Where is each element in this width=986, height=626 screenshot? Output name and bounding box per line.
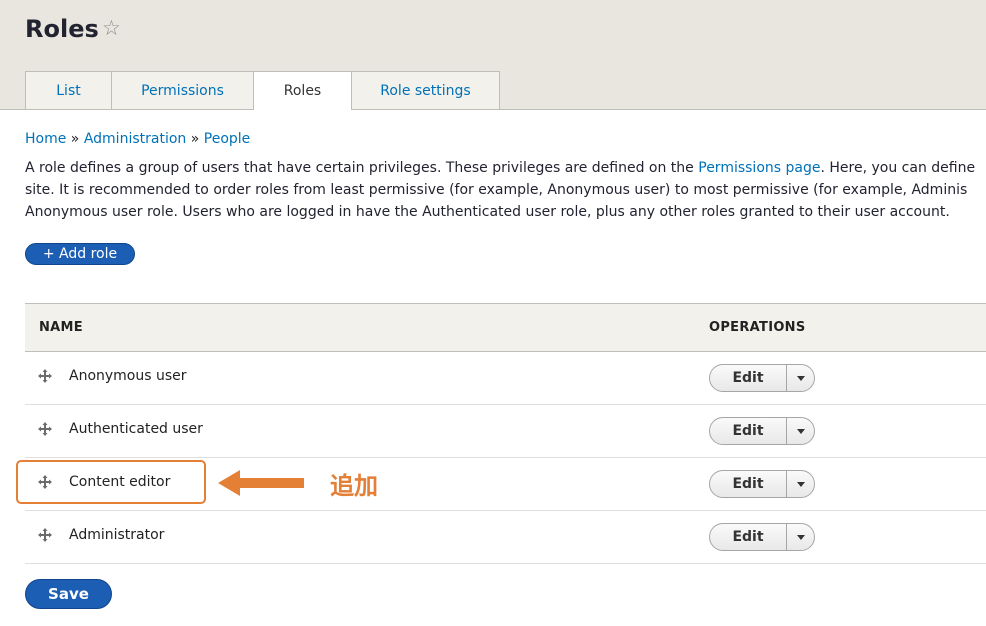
table-row: Anonymous user Edit	[25, 352, 986, 405]
caret-down-icon	[796, 534, 805, 540]
operations-dropbutton: Edit	[709, 417, 815, 445]
tab-list[interactable]: List	[25, 71, 112, 109]
breadcrumb-separator: »	[70, 131, 80, 147]
description-line-3: Anonymous user role. Users who are logge…	[25, 204, 950, 220]
annotation-arrow-icon	[218, 470, 304, 496]
caret-down-icon	[796, 428, 805, 434]
breadcrumb: Home » Administration » People	[25, 131, 250, 147]
column-header-name: NAME	[39, 320, 83, 335]
operations-dropbutton: Edit	[709, 364, 815, 392]
operations-toggle[interactable]	[787, 471, 814, 497]
roles-table: NAME OPERATIONS Anonymous user Edit Auth…	[25, 303, 986, 564]
page-header: Roles ☆ List Permissions Roles Role sett…	[0, 0, 986, 110]
breadcrumb-home[interactable]: Home	[25, 131, 66, 147]
description-text: . Here, you can define	[820, 160, 976, 176]
page-title: Roles	[25, 15, 99, 43]
description-line-1: A role defines a group of users that hav…	[25, 157, 986, 179]
edit-button[interactable]: Edit	[710, 471, 787, 497]
breadcrumb-separator: »	[190, 131, 200, 147]
operations-dropbutton: Edit	[709, 470, 815, 498]
tab-permissions[interactable]: Permissions	[111, 71, 254, 109]
drag-handle-icon[interactable]	[37, 527, 53, 543]
operations-toggle[interactable]	[787, 524, 814, 550]
drag-handle-icon[interactable]	[37, 421, 53, 437]
operations-toggle[interactable]	[787, 418, 814, 444]
annotation-label: 追加	[330, 472, 378, 500]
breadcrumb-people[interactable]: People	[204, 131, 251, 147]
role-name: Administrator	[69, 527, 165, 543]
add-role-button[interactable]: + Add role	[25, 243, 135, 265]
table-row: Authenticated user Edit	[25, 405, 986, 458]
edit-button[interactable]: Edit	[710, 524, 787, 550]
roles-description: A role defines a group of users that hav…	[25, 157, 986, 223]
edit-button[interactable]: Edit	[710, 418, 787, 444]
permissions-page-link[interactable]: Permissions page	[698, 160, 820, 176]
operations-dropbutton: Edit	[709, 523, 815, 551]
table-row: Administrator Edit	[25, 511, 986, 564]
tab-role-settings[interactable]: Role settings	[351, 71, 500, 109]
star-icon[interactable]: ☆	[102, 14, 126, 42]
table-header: NAME OPERATIONS	[25, 304, 986, 352]
save-button[interactable]: Save	[25, 579, 112, 609]
operations-toggle[interactable]	[787, 365, 814, 391]
description-line-2: site. It is recommended to order roles f…	[25, 182, 968, 198]
breadcrumb-administration[interactable]: Administration	[84, 131, 186, 147]
edit-button[interactable]: Edit	[710, 365, 787, 391]
tab-roles[interactable]: Roles	[253, 71, 352, 110]
annotation-highlight-box	[16, 460, 206, 504]
drag-handle-icon[interactable]	[37, 368, 53, 384]
column-header-operations: OPERATIONS	[709, 320, 806, 335]
role-name: Anonymous user	[69, 368, 187, 384]
role-name: Authenticated user	[69, 421, 203, 437]
caret-down-icon	[796, 481, 805, 487]
caret-down-icon	[796, 375, 805, 381]
description-text: A role defines a group of users that hav…	[25, 160, 699, 176]
